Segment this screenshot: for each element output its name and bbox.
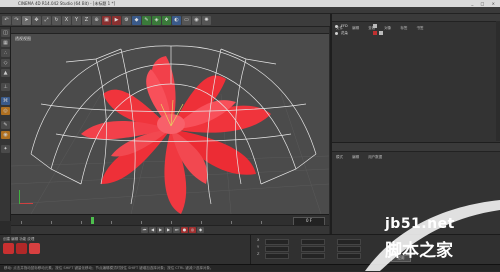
edges-mode-icon[interactable]: ◇	[1, 59, 10, 67]
enable-axis-icon[interactable]: ⊥	[1, 83, 10, 91]
subdivide-icon[interactable]: ◈	[152, 15, 161, 25]
coord-label: X	[257, 238, 260, 242]
render-icon[interactable]: ▶	[112, 15, 121, 25]
light-icon[interactable]: ✺	[202, 15, 211, 25]
perspective-viewport[interactable]: 透视视图	[11, 34, 329, 214]
timeline-tick	[171, 221, 172, 224]
array-icon[interactable]: ❖	[162, 15, 171, 25]
tweak-mode-icon[interactable]: ✦	[1, 145, 10, 153]
material-manager: 创建 编辑 功能 纹理	[0, 235, 251, 265]
main-toolbar: ↶ ↷ ➤ ✥ ⤢ ↻ X Y Z ⊕ ▣ ▶ ⚙ ◆ ✎ ◈ ❖ ◐ ▭ ◉ …	[0, 14, 330, 27]
material-swatch[interactable]	[16, 243, 27, 254]
scale-y-field[interactable]	[301, 245, 325, 252]
timeline[interactable]: 0 F	[11, 214, 329, 226]
window-title: CINEMA 4D R14.042 Studio (64 Bit) - [未标题…	[18, 1, 116, 6]
timeline-tick	[51, 221, 52, 224]
x-axis-indicator	[19, 203, 33, 204]
render-settings-icon[interactable]: ⚙	[122, 15, 131, 25]
prev-key-icon[interactable]: ◀	[149, 227, 156, 233]
title-bar: CINEMA 4D R14.042 Studio (64 Bit) - [未标题…	[0, 0, 500, 7]
soft-selection-icon[interactable]: ◉	[1, 131, 10, 139]
pen-icon[interactable]: ✎	[142, 15, 151, 25]
material-swatch[interactable]	[3, 243, 14, 254]
material-menu[interactable]: 创建 编辑 功能 纹理	[3, 237, 34, 242]
play-icon[interactable]: ▶	[157, 227, 164, 233]
timeline-tick	[201, 221, 202, 224]
ffd-object-icon	[335, 25, 338, 28]
cube-icon[interactable]: ◆	[132, 15, 141, 25]
object-row-flower[interactable]: 花朵	[335, 31, 495, 36]
attr-menu-userdata[interactable]: 用户数据	[368, 153, 382, 161]
move-icon[interactable]: ✥	[32, 15, 41, 25]
timeline-tick	[141, 221, 142, 224]
undo-icon[interactable]: ↶	[2, 15, 11, 25]
timeline-tick	[81, 221, 82, 224]
go-to-end-icon[interactable]: ⏭	[173, 227, 180, 233]
timeline-tick	[231, 221, 232, 224]
left-toolbar: ◫ ▦ ∴ ◇ ▲ ⊥ ⌘ ◎ ✎ ◉ ✦	[0, 27, 11, 221]
flower-model[interactable]	[81, 56, 271, 214]
material-swatch[interactable]	[29, 243, 40, 254]
y-axis-icon[interactable]: Y	[72, 15, 81, 25]
select-icon[interactable]: ➤	[22, 15, 31, 25]
z-axis-icon[interactable]: Z	[82, 15, 91, 25]
timeline-playhead[interactable]	[90, 217, 94, 224]
coord-label: Y	[257, 245, 260, 249]
position-z-field[interactable]	[265, 252, 289, 259]
phong-tag-icon[interactable]	[379, 31, 383, 35]
object-name: FFD	[341, 24, 348, 28]
attr-menu-mode[interactable]: 模式	[336, 153, 343, 161]
scale-z-field[interactable]	[301, 252, 325, 259]
timeline-tick	[21, 221, 22, 224]
attribute-manager-menu: 模式 编辑 用户数据	[332, 142, 500, 159]
texture-icon[interactable]: ▦	[1, 39, 10, 47]
next-key-icon[interactable]: ▶	[165, 227, 172, 233]
timeline-tick	[111, 221, 112, 224]
coord-label: Z	[257, 252, 260, 256]
record-icon[interactable]: ●	[181, 227, 188, 233]
make-editable-icon[interactable]: ◫	[1, 29, 10, 37]
redo-icon[interactable]: ↷	[12, 15, 21, 25]
manager-side-tabs[interactable]	[496, 21, 500, 141]
viewport-menu: 查看 摄像机 显示 选项 过滤 面板	[11, 27, 329, 43]
window-controls[interactable]: _ □ ×	[471, 1, 498, 6]
position-x-field[interactable]	[265, 238, 289, 245]
snap-icon[interactable]: ⌘	[1, 97, 10, 105]
menu-bar: 文件 编辑 创建 选择 工具 网格 捕捉 动画 模拟 渲染 雕刻 运动跟踪 角色…	[0, 7, 500, 23]
rotate-icon[interactable]: ↻	[52, 15, 61, 25]
scale-icon[interactable]: ⤢	[42, 15, 51, 25]
lock-workplane-icon[interactable]: ◎	[1, 107, 10, 115]
x-axis-icon[interactable]: X	[62, 15, 71, 25]
camera-icon[interactable]: ◉	[192, 15, 201, 25]
visibility-icon[interactable]	[373, 24, 377, 28]
material-tag-icon[interactable]	[373, 31, 377, 35]
coord-icon[interactable]: ⊕	[92, 15, 101, 25]
brush-icon[interactable]: ✎	[1, 121, 10, 129]
position-y-field[interactable]	[265, 245, 289, 252]
object-name: 花朵	[341, 31, 348, 35]
y-axis-indicator	[19, 190, 20, 204]
mesh-object-icon	[335, 32, 338, 35]
watermark-name: 脚本之家	[385, 241, 453, 261]
polygons-mode-icon[interactable]: ▲	[1, 69, 10, 77]
attr-menu-edit[interactable]: 编辑	[352, 153, 359, 161]
playback-controls: ⏮ ◀ ▶ ▶ ⏭ ● ◎ ◆	[11, 225, 329, 234]
watermark: jb51.net 脚本之家	[355, 198, 500, 271]
keyframe-icon[interactable]: ◆	[197, 227, 204, 233]
points-mode-icon[interactable]: ∴	[1, 49, 10, 57]
viewport-label: 透视视图	[15, 36, 31, 41]
object-manager-menu: 文件 编辑 查看 对象 标签 书签	[332, 14, 500, 30]
object-row-ffd[interactable]: FFD	[335, 24, 495, 29]
go-to-start-icon[interactable]: ⏮	[141, 227, 148, 233]
watermark-url: jb51.net	[385, 216, 455, 232]
viewport-canvas	[11, 45, 329, 214]
timeline-tick	[261, 221, 262, 224]
deformer-icon[interactable]: ◐	[172, 15, 181, 25]
floor-icon[interactable]: ▭	[182, 15, 191, 25]
scale-x-field[interactable]	[301, 238, 325, 245]
autokey-icon[interactable]: ◎	[189, 227, 196, 233]
render-view-icon[interactable]: ▣	[102, 15, 111, 25]
